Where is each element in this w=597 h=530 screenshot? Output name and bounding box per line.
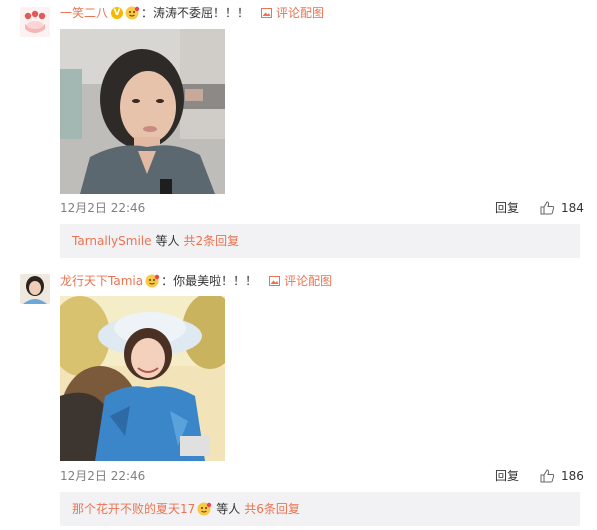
image-icon <box>261 8 273 18</box>
emoji-badge-icon <box>125 6 140 20</box>
comment-photo[interactable] <box>60 296 225 461</box>
avatar[interactable] <box>20 274 50 304</box>
sub-reply-text: 等人 <box>155 234 180 248</box>
sub-reply-text: 等人 <box>216 502 241 516</box>
like-button[interactable]: 186 <box>540 468 584 484</box>
avatar[interactable] <box>20 7 50 37</box>
thumbs-up-icon <box>540 469 555 483</box>
comment-photo[interactable] <box>60 29 225 194</box>
pic-comment-link[interactable]: 评论配图 <box>261 4 324 22</box>
like-count: 184 <box>561 201 584 215</box>
comment-time: 12月2日 22:46 <box>60 469 146 483</box>
like-button[interactable]: 184 <box>540 200 584 216</box>
reply-button[interactable]: 回复 <box>495 468 519 484</box>
sub-reply-count-link[interactable]: 共6条回复 <box>244 492 300 526</box>
comment-text: ：涛涛不委屈！！！ <box>141 6 250 20</box>
like-count: 186 <box>561 469 584 483</box>
emoji-badge-icon <box>145 274 160 288</box>
comment-meta: 12月2日 22:46 回复 184 <box>60 200 584 216</box>
comment-text: ：你最美啦！！！ <box>161 274 258 288</box>
sub-reply-count-link[interactable]: 共2条回复 <box>184 224 240 258</box>
pic-comment-link[interactable]: 评论配图 <box>269 272 332 290</box>
pic-comment-label: 评论配图 <box>284 274 333 288</box>
comment-time: 12月2日 22:46 <box>60 201 146 215</box>
comment-meta: 12月2日 22:46 回复 186 <box>60 468 584 484</box>
emoji-badge-icon <box>197 502 212 516</box>
comment-header: 龙行天下Tamia ：你最美啦！！！ 评论配图 <box>60 272 332 290</box>
pic-comment-label: 评论配图 <box>276 6 325 20</box>
sub-replies-box[interactable]: TarnallySmile 等人 共2条回复 <box>60 224 580 258</box>
username[interactable]: 龙行天下Tamia <box>60 272 143 290</box>
verified-badge-icon: V <box>111 7 124 19</box>
reply-button[interactable]: 回复 <box>495 200 519 216</box>
image-icon <box>269 276 281 286</box>
sub-reply-user[interactable]: TarnallySmile <box>72 224 152 258</box>
thumbs-up-icon <box>540 201 555 215</box>
username[interactable]: 一笑二八 <box>60 4 108 22</box>
sub-replies-box[interactable]: 那个花开不败的夏天17 等人 共6条回复 <box>60 492 580 526</box>
comment-header: 一笑二八 V ：涛涛不委屈！！！ 评论配图 <box>60 4 324 22</box>
sub-reply-user[interactable]: 那个花开不败的夏天17 <box>72 492 195 526</box>
